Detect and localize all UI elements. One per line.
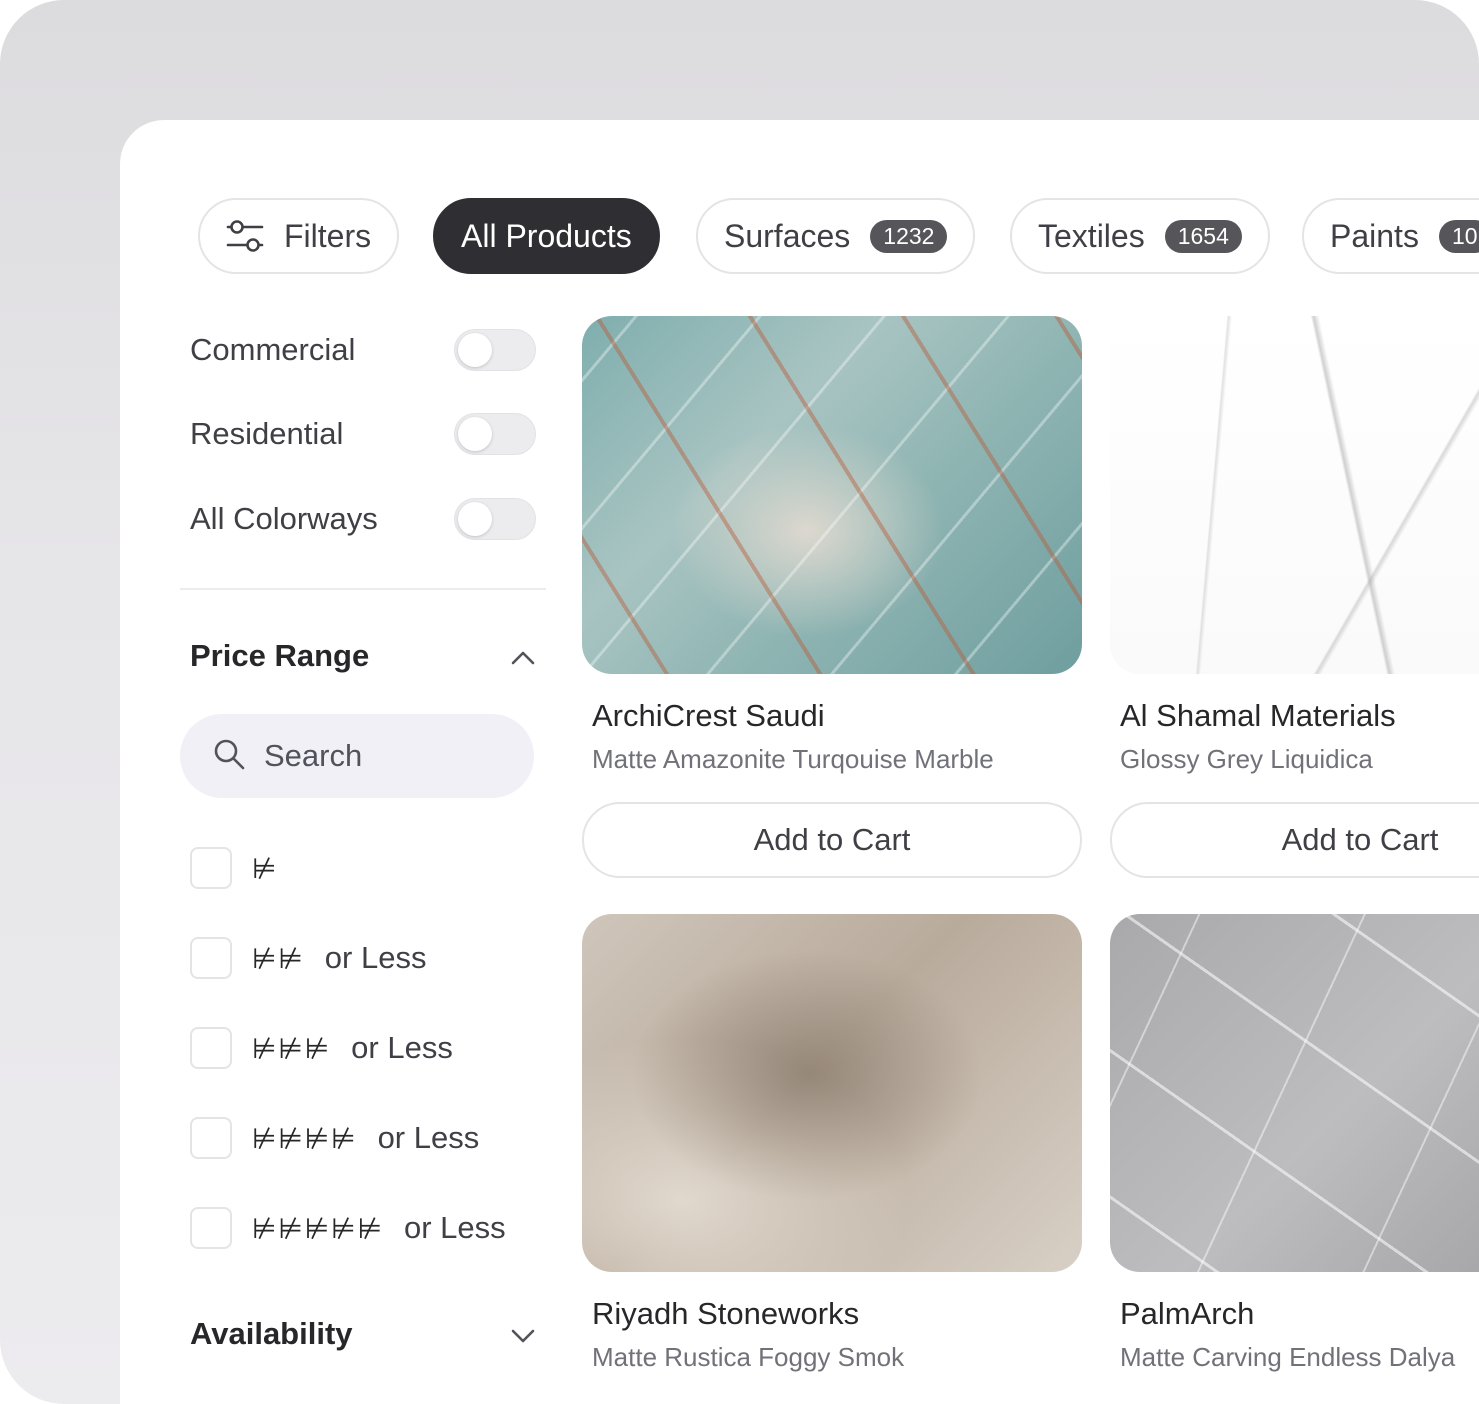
product-description: Matte Rustica Foggy Smok — [592, 1342, 905, 1372]
price-option-1[interactable]: ⊭ — [190, 845, 278, 891]
residential-label: Residential — [190, 416, 344, 451]
currency-symbols: ⊭⊭⊭ — [252, 1032, 332, 1064]
availability-header[interactable]: Availability — [190, 1316, 536, 1352]
currency-symbols: ⊭⊭ — [252, 942, 305, 974]
price-option-3[interactable]: ⊭⊭⊭ or Less — [190, 1025, 453, 1071]
surfaces-label: Surfaces — [724, 217, 851, 254]
product-image[interactable] — [582, 316, 1082, 674]
toggle-knob — [458, 417, 492, 451]
filters-label: Filters — [284, 217, 372, 254]
price-option-5[interactable]: ⊭⊭⊭⊭⊭ or Less — [190, 1205, 506, 1251]
availability-title: Availability — [190, 1316, 353, 1351]
chevron-up-icon — [510, 638, 536, 674]
checkbox[interactable] — [190, 1207, 232, 1249]
paints-count-badge: 10 — [1438, 219, 1479, 253]
currency-symbols: ⊭ — [252, 852, 279, 884]
tab-all-products[interactable]: All Products — [433, 198, 660, 274]
residential-filter-row: Residential — [190, 412, 536, 456]
checkbox[interactable] — [190, 937, 232, 979]
sliders-icon — [226, 218, 264, 254]
commercial-label: Commercial — [190, 332, 356, 367]
residential-toggle[interactable] — [454, 413, 536, 455]
window-frame: Filters All Products Surfaces 1232 Texti… — [0, 0, 1479, 1404]
price-option-4[interactable]: ⊭⊭⊭⊭ or Less — [190, 1115, 479, 1161]
product-description: Matte Amazonite Turqouise Marble — [592, 744, 994, 774]
product-description: Matte Carving Endless Dalya — [1120, 1342, 1456, 1372]
product-name: ArchiCrest Saudi — [592, 698, 825, 733]
add-to-cart-button[interactable]: Add to Cart — [1110, 802, 1479, 878]
price-option-suffix: or Less — [377, 1120, 480, 1155]
tab-surfaces[interactable]: Surfaces 1232 — [696, 198, 976, 274]
sidebar-divider — [180, 588, 546, 590]
checkbox[interactable] — [190, 847, 232, 889]
checkbox[interactable] — [190, 1027, 232, 1069]
product-card[interactable]: PalmArch Matte Carving Endless Dalya — [1110, 914, 1479, 1373]
add-to-cart-button[interactable]: Add to Cart — [582, 802, 1082, 878]
price-range-title: Price Range — [190, 638, 370, 673]
tab-paints[interactable]: Paints 10 — [1302, 198, 1479, 274]
price-option-suffix: or Less — [403, 1210, 506, 1245]
catalog-panel: Filters All Products Surfaces 1232 Texti… — [120, 120, 1479, 1404]
toggle-knob — [458, 333, 492, 367]
currency-symbols: ⊭⊭⊭⊭⊭ — [252, 1212, 384, 1244]
product-name: Al Shamal Materials — [1120, 698, 1396, 733]
product-card[interactable]: ArchiCrest Saudi Matte Amazonite Turqoui… — [582, 316, 1082, 878]
product-description: Glossy Grey Liquidica — [1120, 744, 1373, 774]
chevron-down-icon — [510, 1316, 536, 1352]
product-image[interactable] — [1110, 316, 1479, 674]
currency-symbols: ⊭⊭⊭⊭ — [252, 1122, 358, 1154]
product-name: PalmArch — [1120, 1296, 1255, 1331]
product-card[interactable]: Al Shamal Materials Glossy Grey Liquidic… — [1110, 316, 1479, 878]
commercial-filter-row: Commercial — [190, 328, 536, 372]
surfaces-count-badge: 1232 — [870, 219, 948, 253]
price-search-input[interactable] — [262, 737, 506, 775]
checkbox[interactable] — [190, 1117, 232, 1159]
all-colorways-toggle[interactable] — [454, 498, 536, 540]
price-search-box — [180, 714, 534, 798]
price-option-2[interactable]: ⊭⊭ or Less — [190, 935, 426, 981]
product-card[interactable]: Riyadh Stoneworks Matte Rustica Foggy Sm… — [582, 914, 1082, 1373]
all-colorways-label: All Colorways — [190, 501, 378, 536]
paints-label: Paints — [1330, 217, 1419, 254]
product-image[interactable] — [1110, 914, 1479, 1272]
tab-textiles[interactable]: Textiles 1654 — [1010, 198, 1270, 274]
price-option-suffix: or Less — [351, 1030, 453, 1065]
search-icon — [212, 737, 246, 776]
toggle-knob — [458, 502, 492, 536]
all-colorways-filter-row: All Colorways — [190, 497, 536, 541]
textiles-count-badge: 1654 — [1164, 219, 1242, 253]
filters-button[interactable]: Filters — [198, 198, 400, 274]
all-products-label: All Products — [461, 217, 632, 254]
product-name: Riyadh Stoneworks — [592, 1296, 860, 1331]
price-option-suffix: or Less — [324, 940, 427, 975]
product-image[interactable] — [582, 914, 1082, 1272]
commercial-toggle[interactable] — [454, 329, 536, 371]
textiles-label: Textiles — [1038, 217, 1145, 254]
price-range-header[interactable]: Price Range — [190, 638, 536, 674]
